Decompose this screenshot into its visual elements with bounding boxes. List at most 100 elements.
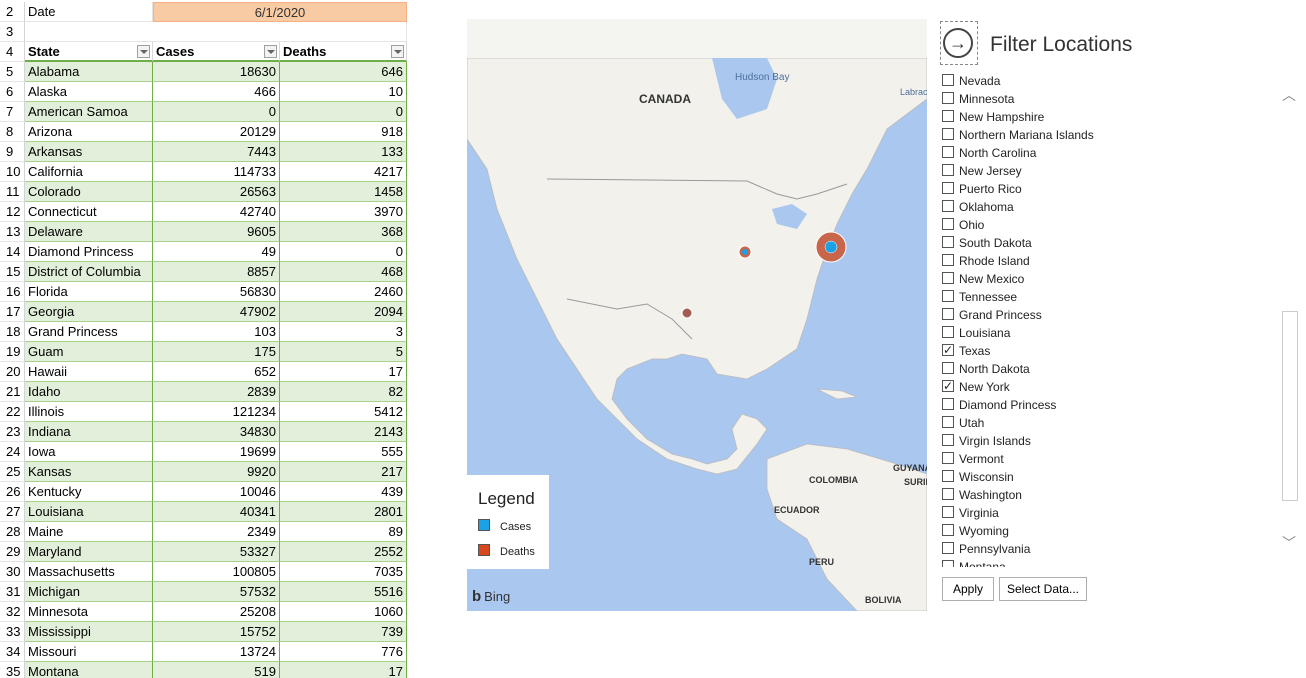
deaths-cell[interactable]: 2094 [280, 302, 407, 322]
cases-cell[interactable]: 2839 [153, 382, 280, 402]
deaths-cell[interactable]: 10 [280, 82, 407, 102]
state-cell[interactable]: Alabama [25, 62, 153, 82]
cases-cell[interactable]: 53327 [153, 542, 280, 562]
location-checkbox[interactable] [942, 272, 954, 284]
location-checkbox[interactable] [942, 524, 954, 536]
state-cell[interactable]: California [25, 162, 153, 182]
cases-cell[interactable]: 7443 [153, 142, 280, 162]
header-cases[interactable]: Cases [153, 42, 280, 62]
location-checkbox[interactable] [942, 416, 954, 428]
location-checkbox[interactable] [942, 164, 954, 176]
state-cell[interactable]: Missouri [25, 642, 153, 662]
deaths-cell[interactable]: 1458 [280, 182, 407, 202]
deaths-cell[interactable]: 739 [280, 622, 407, 642]
cases-cell[interactable]: 466 [153, 82, 280, 102]
date-value-cell[interactable]: 6/1/2020 [153, 2, 407, 22]
state-cell[interactable]: District of Columbia [25, 262, 153, 282]
location-checkbox[interactable] [942, 398, 954, 410]
deaths-cell[interactable]: 646 [280, 62, 407, 82]
cases-cell[interactable]: 20129 [153, 122, 280, 142]
location-checkbox[interactable] [942, 470, 954, 482]
cases-cell[interactable]: 19699 [153, 442, 280, 462]
location-checkbox[interactable]: ✓ [942, 344, 954, 356]
cases-cell[interactable]: 519 [153, 662, 280, 678]
state-cell[interactable]: Michigan [25, 582, 153, 602]
deaths-cell[interactable]: 555 [280, 442, 407, 462]
cases-cell[interactable]: 8857 [153, 262, 280, 282]
location-checkbox[interactable] [942, 452, 954, 464]
collapse-button[interactable]: → [940, 21, 978, 65]
state-cell[interactable]: Guam [25, 342, 153, 362]
location-checkbox[interactable]: ✓ [942, 380, 954, 392]
deaths-cell[interactable]: 2552 [280, 542, 407, 562]
location-checkbox[interactable] [942, 308, 954, 320]
location-checkbox[interactable] [942, 326, 954, 338]
filter-dropdown-icon[interactable] [391, 45, 404, 58]
deaths-cell[interactable]: 17 [280, 362, 407, 382]
cases-cell[interactable]: 57532 [153, 582, 280, 602]
header-deaths[interactable]: Deaths [280, 42, 407, 62]
location-checkbox[interactable] [942, 560, 954, 567]
cases-cell[interactable]: 114733 [153, 162, 280, 182]
cases-cell[interactable]: 42740 [153, 202, 280, 222]
deaths-cell[interactable]: 7035 [280, 562, 407, 582]
deaths-cell[interactable]: 4217 [280, 162, 407, 182]
cases-cell[interactable]: 100805 [153, 562, 280, 582]
state-cell[interactable]: Kansas [25, 462, 153, 482]
state-cell[interactable]: Alaska [25, 82, 153, 102]
state-cell[interactable]: Minnesota [25, 602, 153, 622]
scrollbar[interactable] [1282, 311, 1298, 501]
filter-dropdown-icon[interactable] [137, 45, 150, 58]
location-checkbox[interactable] [942, 146, 954, 158]
state-cell[interactable]: Grand Princess [25, 322, 153, 342]
location-checkbox[interactable] [942, 182, 954, 194]
cases-cell[interactable]: 47902 [153, 302, 280, 322]
location-checkbox[interactable] [942, 92, 954, 104]
state-cell[interactable]: Delaware [25, 222, 153, 242]
cases-cell[interactable]: 40341 [153, 502, 280, 522]
state-cell[interactable]: Mississippi [25, 622, 153, 642]
deaths-cell[interactable]: 217 [280, 462, 407, 482]
cases-cell[interactable]: 121234 [153, 402, 280, 422]
state-cell[interactable]: Georgia [25, 302, 153, 322]
state-cell[interactable]: Illinois [25, 402, 153, 422]
deaths-cell[interactable]: 133 [280, 142, 407, 162]
location-checkbox[interactable] [942, 290, 954, 302]
deaths-cell[interactable]: 0 [280, 242, 407, 262]
deaths-cell[interactable]: 2460 [280, 282, 407, 302]
cases-cell[interactable]: 652 [153, 362, 280, 382]
deaths-cell[interactable]: 439 [280, 482, 407, 502]
date-label-cell[interactable]: Date [25, 2, 153, 22]
location-checkbox[interactable] [942, 200, 954, 212]
deaths-cell[interactable]: 918 [280, 122, 407, 142]
location-checkbox[interactable] [942, 488, 954, 500]
cases-cell[interactable]: 13724 [153, 642, 280, 662]
deaths-cell[interactable]: 368 [280, 222, 407, 242]
deaths-cell[interactable]: 468 [280, 262, 407, 282]
cases-cell[interactable]: 175 [153, 342, 280, 362]
cases-cell[interactable]: 9605 [153, 222, 280, 242]
location-checkbox[interactable] [942, 506, 954, 518]
location-checkbox[interactable] [942, 74, 954, 86]
deaths-cell[interactable]: 5 [280, 342, 407, 362]
state-cell[interactable]: American Samoa [25, 102, 153, 122]
cases-cell[interactable]: 25208 [153, 602, 280, 622]
apply-button[interactable]: Apply [942, 577, 994, 601]
state-cell[interactable]: Indiana [25, 422, 153, 442]
location-checkbox[interactable] [942, 218, 954, 230]
location-checkbox[interactable] [942, 254, 954, 266]
state-cell[interactable]: Iowa [25, 442, 153, 462]
deaths-cell[interactable]: 2801 [280, 502, 407, 522]
state-cell[interactable]: Maryland [25, 542, 153, 562]
scroll-up-icon[interactable]: ︿ [1282, 85, 1296, 105]
state-cell[interactable]: Arizona [25, 122, 153, 142]
state-cell[interactable]: Kentucky [25, 482, 153, 502]
cases-cell[interactable]: 15752 [153, 622, 280, 642]
deaths-cell[interactable]: 3970 [280, 202, 407, 222]
select-data-button[interactable]: Select Data... [999, 577, 1087, 601]
deaths-cell[interactable]: 1060 [280, 602, 407, 622]
cases-cell[interactable]: 18630 [153, 62, 280, 82]
cases-cell[interactable]: 10046 [153, 482, 280, 502]
deaths-cell[interactable]: 17 [280, 662, 407, 678]
cases-cell[interactable]: 34830 [153, 422, 280, 442]
